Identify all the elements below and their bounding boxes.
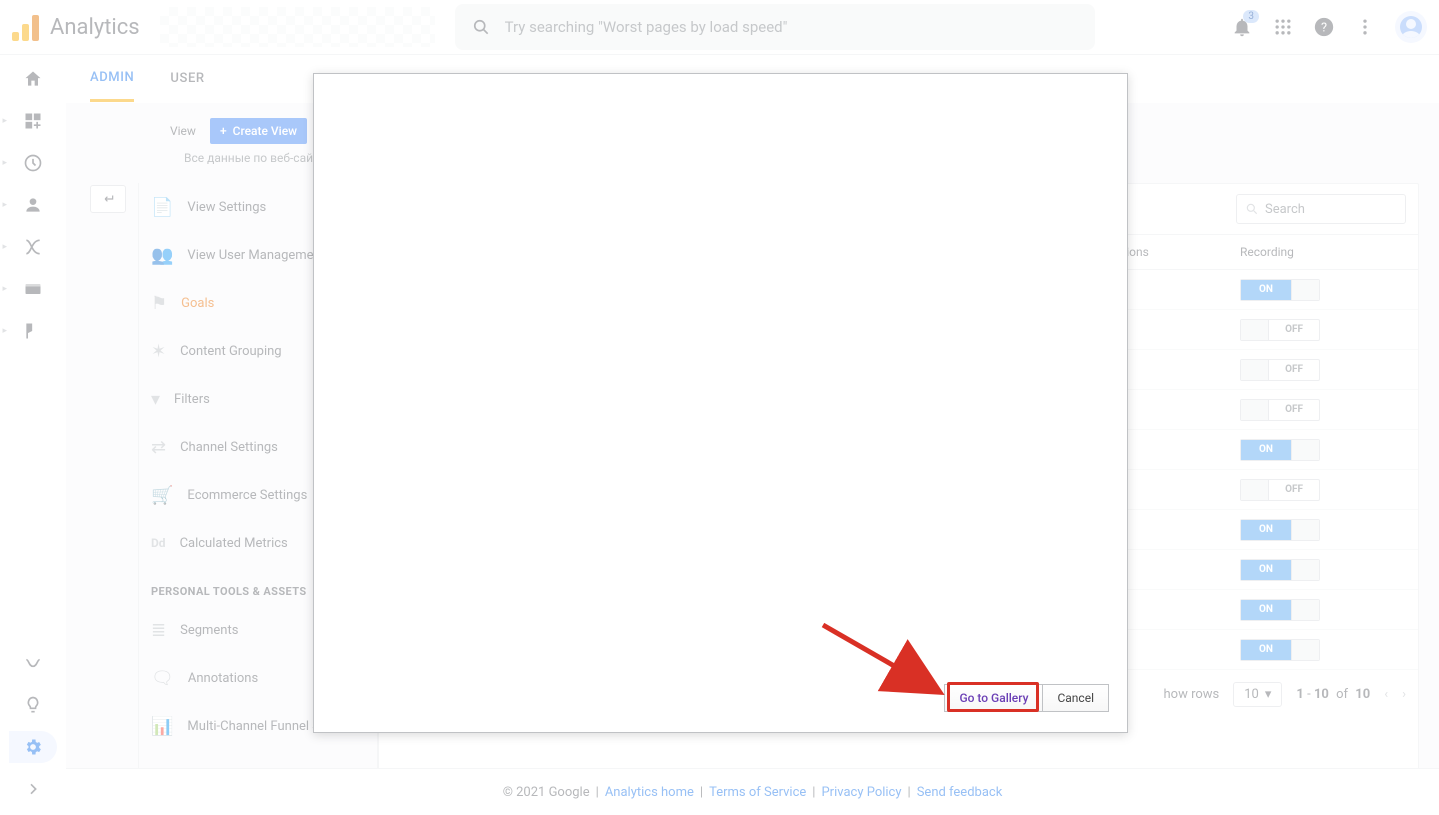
go-to-gallery-button[interactable]: Go to Gallery bbox=[944, 684, 1043, 712]
cancel-button[interactable]: Cancel bbox=[1043, 684, 1109, 712]
gallery-dialog: Go to Gallery Cancel bbox=[313, 73, 1128, 733]
